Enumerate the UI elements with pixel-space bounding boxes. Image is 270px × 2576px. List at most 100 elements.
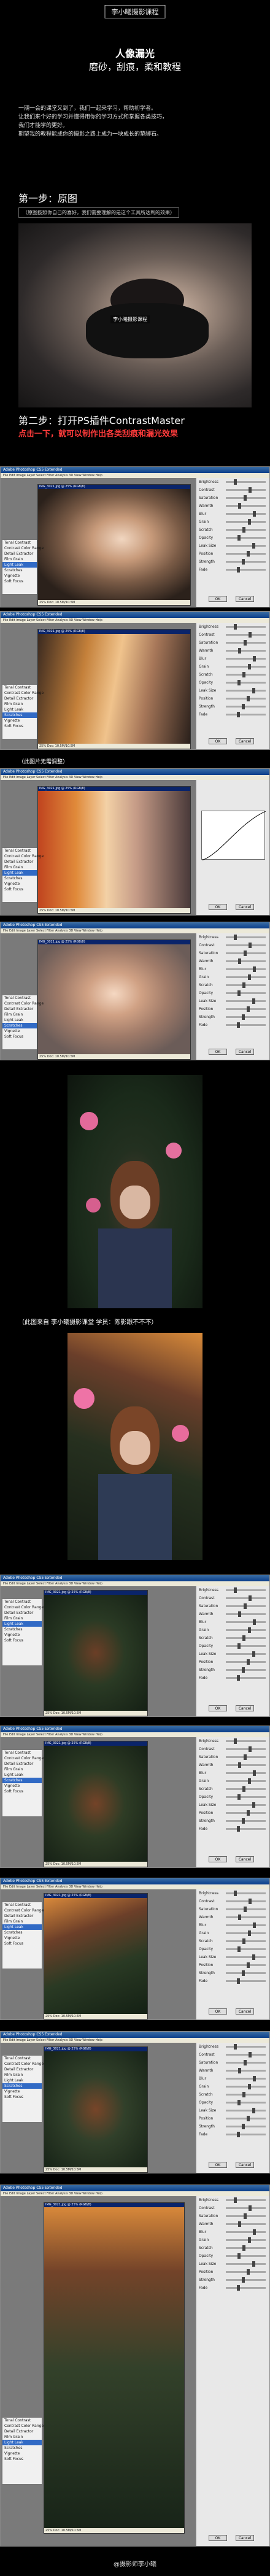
slider-knob[interactable] [243, 1754, 247, 1760]
slider-knob[interactable] [252, 1954, 255, 1960]
slider-track[interactable] [226, 1006, 266, 1012]
filter-list-item[interactable]: Detail Extractor [2, 2067, 42, 2072]
slider-track[interactable] [226, 2205, 266, 2211]
ps-document-window[interactable]: IMG_3021.jpg @ 25% (RGB/8) 25% Doc: 10.5… [37, 629, 191, 749]
slider-row[interactable]: Warmth [196, 2220, 269, 2228]
slider-track[interactable] [226, 1603, 266, 1609]
filter-list-item[interactable]: Soft Focus [2, 1941, 42, 1946]
curves-graph[interactable] [201, 811, 266, 861]
slider-row[interactable]: Brightness [196, 1586, 269, 1594]
slider-track[interactable] [226, 1651, 266, 1657]
slider-knob[interactable] [237, 535, 241, 541]
slider-knob[interactable] [242, 2245, 246, 2251]
slider-knob[interactable] [242, 2124, 245, 2129]
slider-row[interactable]: Brightness [196, 2043, 269, 2051]
slider-track[interactable] [226, 2068, 266, 2073]
ok-button[interactable]: OK [209, 596, 227, 602]
slider-track[interactable] [226, 712, 266, 717]
slider-row[interactable]: Warmth [196, 502, 269, 510]
filter-list-item[interactable]: Soft Focus [2, 887, 37, 892]
slider-row[interactable]: Grain [196, 2083, 269, 2091]
slider-row[interactable]: Opacity [196, 679, 269, 687]
slider-row[interactable]: Fade [196, 2284, 269, 2292]
ps-document-window[interactable]: IMG_3021.jpg @ 25% (RGB/8) 25% Doc: 10.5… [44, 1590, 148, 1716]
slider-row[interactable]: Contrast [196, 1594, 269, 1602]
slider-track[interactable] [226, 1022, 266, 1028]
filter-list-item[interactable]: Film Grain [2, 2072, 42, 2078]
slider-track[interactable] [226, 974, 266, 980]
slider-track[interactable] [226, 1754, 266, 1760]
slider-row[interactable]: Strength [196, 1013, 269, 1021]
filter-list[interactable]: Tonal Contrast Contrast Color Range Detail… [2, 684, 44, 739]
slider-row[interactable]: Warmth [196, 957, 269, 965]
filter-list-item[interactable]: Scratches [2, 1778, 42, 1783]
slider-track[interactable] [226, 1635, 266, 1641]
slider-track[interactable] [226, 1818, 266, 1824]
ok-button[interactable]: OK [209, 738, 227, 744]
slider-knob[interactable] [237, 990, 241, 996]
slider-track[interactable] [226, 1802, 266, 1808]
slider-knob[interactable] [247, 1778, 251, 1784]
slider-track[interactable] [226, 966, 266, 972]
slider-track[interactable] [226, 1619, 266, 1625]
slider-knob[interactable] [234, 1587, 237, 1593]
slider-knob[interactable] [238, 648, 242, 654]
slider-row[interactable]: Position [196, 550, 269, 558]
slider-row[interactable]: Grain [196, 1777, 269, 1785]
slider-row[interactable]: Fade [196, 711, 269, 719]
slider-knob[interactable] [247, 2084, 251, 2089]
slider-row[interactable]: Opacity [196, 534, 269, 542]
slider-knob[interactable] [249, 2205, 252, 2211]
slider-knob[interactable] [247, 1962, 250, 1968]
slider-track[interactable] [226, 567, 266, 573]
slider-knob[interactable] [242, 982, 246, 988]
slider-row[interactable]: Saturation [196, 2212, 269, 2220]
slider-track[interactable] [226, 1627, 266, 1633]
ok-button[interactable]: OK [209, 2162, 227, 2168]
filter-list-item[interactable]: Film Grain [2, 1919, 42, 1924]
filter-list-item[interactable]: Film Grain [2, 1012, 37, 1017]
slider-row[interactable]: Saturation [196, 2059, 269, 2067]
cancel-button[interactable]: Cancel [236, 1856, 254, 1862]
slider-knob[interactable] [236, 712, 240, 717]
slider-knob[interactable] [243, 495, 247, 501]
slider-knob[interactable] [247, 1659, 250, 1665]
filter-list-item[interactable]: Detail Extractor [2, 1913, 42, 1919]
slider-track[interactable] [226, 2116, 266, 2121]
slider-row[interactable]: Leak Size [196, 1953, 269, 1961]
slider-row[interactable]: Opacity [196, 1642, 269, 1650]
slider-track[interactable] [226, 2261, 266, 2267]
slider-track[interactable] [226, 982, 266, 988]
slider-track[interactable] [226, 479, 266, 485]
slider-track[interactable] [226, 2132, 266, 2137]
slider-row[interactable]: Blur [196, 1618, 269, 1626]
slider-knob[interactable] [242, 527, 246, 533]
filter-list-item[interactable]: Tonal Contrast [2, 2056, 42, 2061]
slider-row[interactable]: Leak Size [196, 2107, 269, 2115]
slider-knob[interactable] [236, 1978, 240, 1984]
slider-knob[interactable] [242, 559, 245, 565]
filter-list-item[interactable]: Film Grain [2, 2434, 42, 2440]
filter-list-item[interactable]: Tonal Contrast [2, 848, 37, 854]
slider-track[interactable] [226, 2221, 266, 2227]
slider-row[interactable]: Fade [196, 1674, 269, 1682]
slider-track[interactable] [226, 1915, 266, 1920]
filter-list[interactable]: Tonal Contrast Contrast Color Range Detail… [2, 2055, 44, 2123]
slider-row[interactable]: Strength [196, 558, 269, 566]
slider-track[interactable] [226, 2044, 266, 2050]
filter-list-item[interactable]: Soft Focus [2, 1034, 37, 1039]
slider-row[interactable]: Contrast [196, 1745, 269, 1753]
slider-knob[interactable] [247, 1810, 250, 1816]
filter-list[interactable]: Tonal Contrast Contrast Color Range Detail… [2, 539, 44, 595]
slider-row[interactable]: Position [196, 2268, 269, 2276]
slider-track[interactable] [226, 1738, 266, 1744]
slider-track[interactable] [226, 1970, 266, 1976]
slider-row[interactable]: Leak Size [196, 997, 269, 1005]
slider-knob[interactable] [234, 1738, 237, 1744]
slider-row[interactable]: Fade [196, 566, 269, 574]
slider-knob[interactable] [238, 1762, 242, 1768]
ps-menubar[interactable]: File Edit Image Layer Select Filter Anal… [1, 1884, 269, 1889]
filter-list-item[interactable]: Soft Focus [2, 2456, 42, 2462]
filter-list[interactable]: Tonal Contrast Contrast Color Range Detail… [2, 995, 44, 1050]
ok-button[interactable]: OK [209, 2008, 227, 2015]
